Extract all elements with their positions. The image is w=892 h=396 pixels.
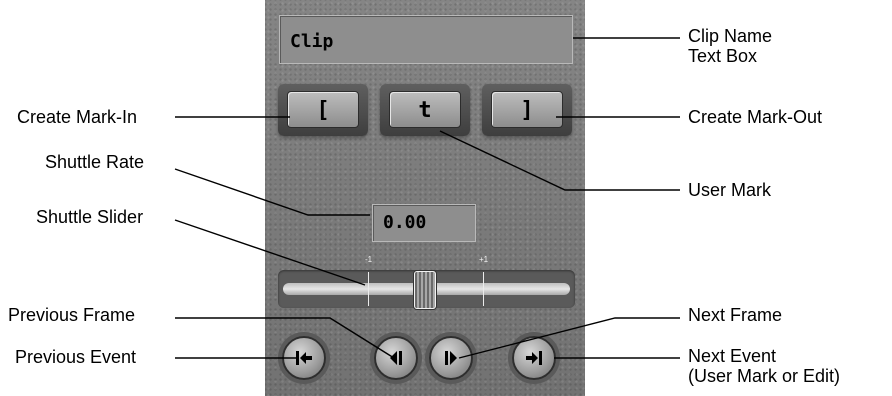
callout-previous-frame: Previous Frame xyxy=(8,305,136,325)
callout-shuttle-rate: Shuttle Rate xyxy=(45,152,145,172)
previous-frame-leader xyxy=(175,317,395,359)
callout-clip-name-line1: Clip Name xyxy=(688,26,773,46)
shuttle-rate-leader xyxy=(174,168,370,216)
callout-next-event-line1: Next Event xyxy=(688,346,777,366)
callout-create-mark-in: Create Mark-In xyxy=(17,107,138,127)
callout-clip-name-line2: Text Box xyxy=(688,46,758,66)
callout-create-mark-out: Create Mark-Out xyxy=(688,107,823,127)
callout-shuttle-slider: Shuttle Slider xyxy=(36,207,144,227)
callout-previous-event: Previous Event xyxy=(15,347,137,367)
shuttle-slider-leader xyxy=(174,219,366,286)
callout-next-event-line2: (User Mark or Edit) xyxy=(688,366,841,386)
user-mark-leader xyxy=(439,130,680,191)
callout-next-frame: Next Frame xyxy=(688,305,783,325)
callout-user-mark: User Mark xyxy=(688,180,772,200)
next-frame-leader xyxy=(458,317,680,359)
